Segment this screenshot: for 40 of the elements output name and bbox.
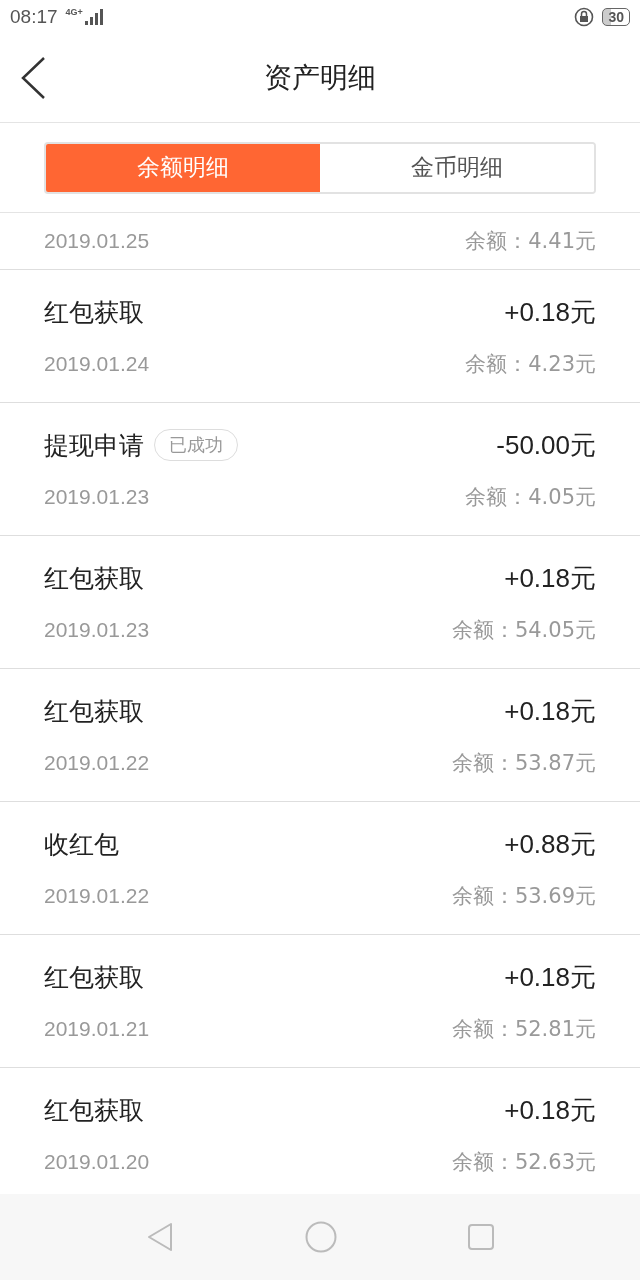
record-date: 2019.01.23 <box>44 617 150 642</box>
signal-icon <box>84 9 103 25</box>
record-amount: +0.88元 <box>504 827 596 861</box>
network-type: 4G+ <box>65 7 83 17</box>
record-amount: +0.18元 <box>504 694 596 728</box>
record-balance: 余额：52.81元 <box>451 1015 596 1043</box>
record-balance: 余额：53.69元 <box>451 882 596 910</box>
record-balance: 余额：4.41元 <box>465 228 596 255</box>
status-time: 08:17 <box>10 6 58 28</box>
record-title: 提现申请 <box>44 429 144 462</box>
record-balance: 余额：4.23元 <box>465 350 596 378</box>
home-nav-icon[interactable] <box>305 1221 337 1253</box>
record-date: 2019.01.24 <box>44 351 150 376</box>
rotation-lock-icon <box>574 7 595 27</box>
record-amount: -50.00元 <box>496 428 596 462</box>
back-nav-icon[interactable] <box>145 1221 174 1253</box>
record-title: 收红包 <box>44 828 119 861</box>
record-balance: 余额：4.05元 <box>465 483 596 511</box>
record-date: 2019.01.22 <box>44 883 150 908</box>
battery-level: 30 <box>602 8 630 26</box>
record-date: 2019.01.22 <box>44 750 150 775</box>
record-date: 2019.01.25 <box>44 229 150 253</box>
record-title: 红包获取 <box>44 296 144 329</box>
record-date: 2019.01.21 <box>44 1016 150 1041</box>
back-icon[interactable] <box>20 56 46 100</box>
record-title: 红包获取 <box>44 562 144 595</box>
record-amount: +0.18元 <box>504 295 596 329</box>
record-balance: 余额：52.63元 <box>451 1148 596 1176</box>
record-date: 2019.01.20 <box>44 1149 150 1174</box>
record-title: 红包获取 <box>44 961 144 994</box>
record-amount: +0.18元 <box>504 1093 596 1127</box>
record-title: 红包获取 <box>44 1094 144 1127</box>
page-title: 资产明细 <box>264 60 376 96</box>
record-amount: +0.18元 <box>504 960 596 994</box>
recents-nav-icon[interactable] <box>468 1224 495 1250</box>
record-amount: +0.18元 <box>504 561 596 595</box>
record-date: 2019.01.23 <box>44 484 150 509</box>
record-title: 红包获取 <box>44 695 144 728</box>
record-balance: 余额：54.05元 <box>451 616 596 644</box>
record-balance: 余额：53.87元 <box>451 749 596 777</box>
